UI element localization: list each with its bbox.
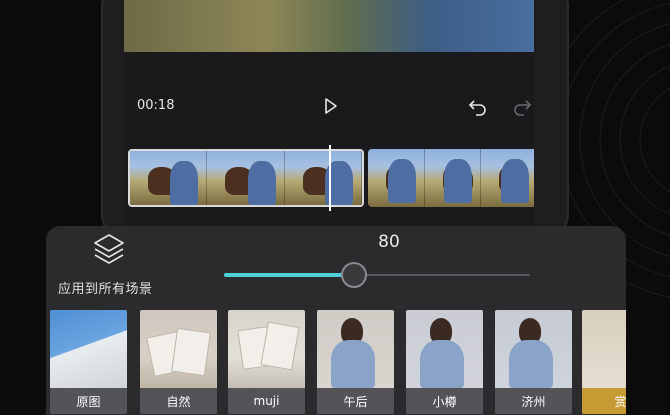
redo-icon[interactable]: [512, 96, 534, 116]
filter-item-partial[interactable]: 赏: [582, 310, 626, 414]
intensity-slider[interactable]: [224, 262, 530, 288]
slider-thumb[interactable]: [341, 262, 367, 288]
filter-thumbnail: [582, 310, 626, 388]
intensity-value: 80: [378, 232, 400, 252]
filter-item-natural[interactable]: 自然: [140, 310, 217, 414]
clip-thumbnail: [368, 149, 425, 207]
play-icon[interactable]: [320, 96, 340, 116]
filter-label: 原图: [50, 388, 127, 414]
filter-thumbnail: [228, 310, 305, 388]
video-preview[interactable]: [124, 0, 534, 52]
filter-item-otaru[interactable]: 小樽: [406, 310, 483, 414]
undo-icon[interactable]: [468, 96, 488, 116]
slider-fill: [224, 273, 354, 277]
playhead[interactable]: [329, 145, 331, 211]
filter-label: 小樽: [406, 388, 483, 414]
clip-thumbnail: [284, 151, 362, 205]
clip-thumbnail: [130, 151, 208, 205]
clip-thumbnail: [207, 151, 285, 205]
filter-thumbnail: [406, 310, 483, 388]
filter-label: 赏: [582, 388, 626, 414]
filter-thumbnail: [140, 310, 217, 388]
player-controls: 00:18: [124, 88, 534, 124]
filter-label: 济州: [495, 388, 572, 414]
filter-thumbnail: [495, 310, 572, 388]
filter-label: 午后: [317, 388, 394, 414]
editor-screen: 00:18: [124, 0, 534, 232]
filter-item-muji[interactable]: muji: [228, 310, 305, 414]
timeline[interactable]: [124, 145, 534, 211]
clip-thumbnail: [481, 149, 534, 207]
filter-item-afternoon[interactable]: 午后: [317, 310, 394, 414]
current-time: 00:18: [137, 98, 175, 113]
filter-label: muji: [228, 388, 305, 414]
apply-to-all-scenes-label[interactable]: 应用到所有场景: [58, 278, 153, 297]
filter-panel: 应用到所有场景 80 原图 自然 muji 午后 小樽 济州 赏: [46, 226, 626, 415]
clip-thumbnail: [424, 149, 482, 207]
filter-label: 自然: [140, 388, 217, 414]
filter-thumbnail: [317, 310, 394, 388]
clip-next[interactable]: [368, 149, 534, 207]
filter-item-jeju[interactable]: 济州: [495, 310, 572, 414]
layers-icon[interactable]: [92, 232, 126, 266]
filter-item-original[interactable]: 原图: [50, 310, 127, 414]
filter-list: 原图 自然 muji 午后 小樽 济州 赏: [50, 310, 626, 414]
filter-thumbnail: [50, 310, 127, 388]
